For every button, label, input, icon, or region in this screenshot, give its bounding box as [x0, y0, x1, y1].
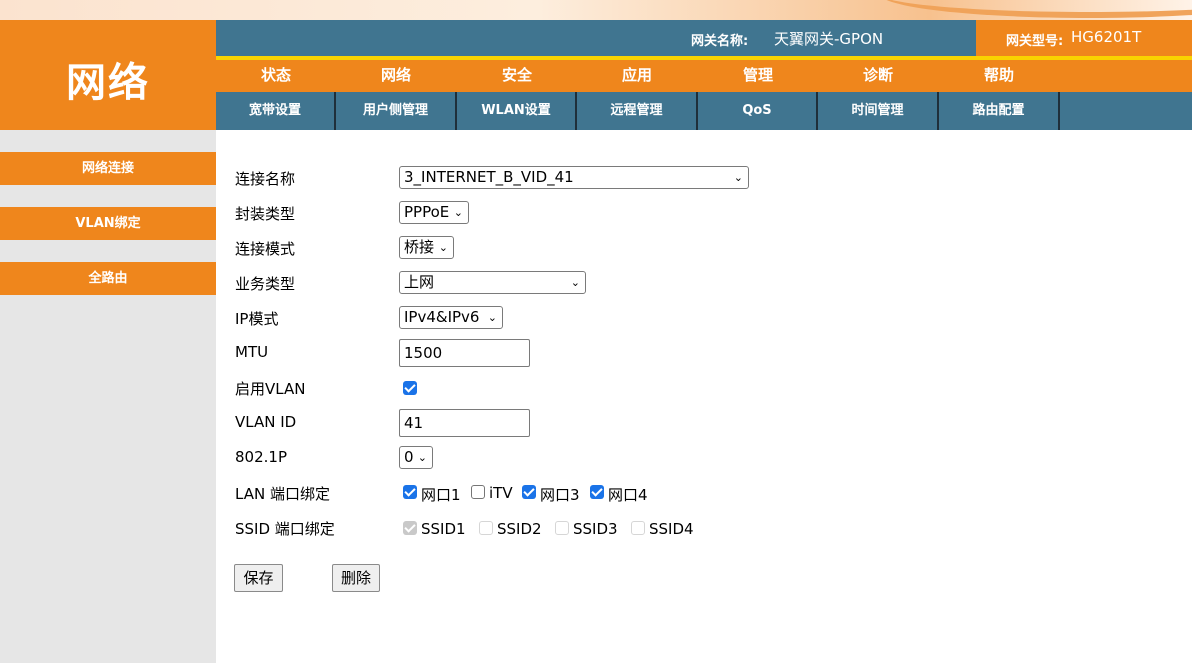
sidebar-item-network-connection[interactable]: 网络连接 — [0, 152, 216, 185]
gateway-model-value: HG6201T — [1071, 28, 1142, 46]
sidebar: 网络连接 VLAN绑定 全路由 — [0, 130, 216, 663]
tab-user-side[interactable]: 用户侧管理 — [336, 92, 457, 130]
priority-select[interactable]: 0 ⌄ — [399, 446, 433, 469]
mtu-label: MTU — [235, 343, 269, 361]
sidebar-item-full-route[interactable]: 全路由 — [0, 262, 216, 295]
service-type-value: 上网 — [404, 273, 435, 291]
enable-vlan-checkbox[interactable] — [403, 381, 417, 395]
nav-application[interactable]: 应用 — [577, 60, 697, 92]
ssid2-checkbox — [479, 521, 493, 535]
service-type-select[interactable]: 上网 ⌄ — [399, 271, 586, 294]
tab-qos[interactable]: QoS — [698, 92, 818, 130]
lan-port4-checkbox[interactable] — [590, 485, 604, 499]
ssid4-label: SSID4 — [649, 520, 694, 538]
ip-mode-label: IP模式 — [235, 310, 279, 328]
section-logo: 网络 — [0, 20, 216, 130]
ssid3-checkbox — [555, 521, 569, 535]
lan-binding-label: LAN 端口绑定 — [235, 485, 330, 503]
lan-port3-label: 网口3 — [540, 486, 580, 504]
gateway-model-box: 网关型号: HG6201T — [976, 20, 1192, 56]
nav-network[interactable]: 网络 — [336, 60, 456, 92]
tab-remote[interactable]: 远程管理 — [577, 92, 698, 130]
tab-time[interactable]: 时间管理 — [818, 92, 939, 130]
nav-help[interactable]: 帮助 — [939, 60, 1059, 92]
ip-mode-select[interactable]: IPv4&IPv6 ⌄ — [399, 306, 503, 329]
delete-button[interactable]: 删除 — [332, 564, 380, 592]
gateway-model-label: 网关型号: — [1006, 34, 1064, 49]
save-button[interactable]: 保存 — [234, 564, 283, 592]
chevron-down-icon: ⌄ — [570, 276, 580, 289]
connection-mode-select[interactable]: 桥接 ⌄ — [399, 236, 454, 259]
nav-security[interactable]: 安全 — [457, 60, 577, 92]
tab-routing[interactable]: 路由配置 — [939, 92, 1060, 130]
service-type-label: 业务类型 — [235, 275, 296, 293]
mtu-input[interactable]: 1500 — [399, 339, 530, 367]
encapsulation-value: PPPoE — [404, 203, 450, 221]
connection-name-select[interactable]: 3_INTERNET_B_VID_41 ⌄ — [399, 166, 749, 189]
gateway-info-bar: 网关名称: 天翼网关-GPON 网关型号: HG6201T — [216, 20, 1192, 56]
ssid4-checkbox — [631, 521, 645, 535]
nav-diagnostics[interactable]: 诊断 — [818, 60, 938, 92]
ssid1-checkbox — [403, 521, 417, 535]
priority-label: 802.1P — [235, 448, 287, 466]
top-banner — [0, 0, 1192, 20]
lan-port4-label: 网口4 — [608, 486, 648, 504]
vlan-id-label: VLAN ID — [235, 413, 297, 431]
connection-mode-label: 连接模式 — [235, 240, 296, 258]
chevron-down-icon: ⌄ — [733, 171, 743, 184]
encapsulation-select[interactable]: PPPoE ⌄ — [399, 201, 469, 224]
vlan-id-input[interactable]: 41 — [399, 409, 530, 437]
ssid1-label: SSID1 — [421, 520, 466, 538]
ssid3-label: SSID3 — [573, 520, 618, 538]
connection-name-value: 3_INTERNET_B_VID_41 — [404, 168, 574, 186]
banner-swoosh — [880, 0, 1192, 18]
lan-port1-label: 网口1 — [421, 486, 461, 504]
gateway-name-label: 网关名称: — [691, 34, 749, 49]
lan-port3-checkbox[interactable] — [522, 485, 536, 499]
enable-vlan-label: 启用VLAN — [235, 380, 306, 398]
ip-mode-value: IPv4&IPv6 — [404, 308, 480, 326]
chevron-down-icon: ⌄ — [453, 206, 463, 219]
section-title: 网络 — [66, 60, 150, 106]
connection-name-label: 连接名称 — [235, 170, 296, 188]
nav-management[interactable]: 管理 — [698, 60, 818, 92]
chevron-down-icon: ⌄ — [487, 311, 497, 324]
sidebar-item-vlan-binding[interactable]: VLAN绑定 — [0, 207, 216, 240]
lan-port1-checkbox[interactable] — [403, 485, 417, 499]
tab-broadband[interactable]: 宽带设置 — [216, 92, 336, 130]
main-nav: 状态 网络 安全 应用 管理 诊断 帮助 — [216, 60, 1192, 92]
lan-itv-label: iTV — [489, 484, 513, 502]
encapsulation-label: 封装类型 — [235, 205, 296, 223]
chevron-down-icon: ⌄ — [417, 451, 427, 464]
nav-status[interactable]: 状态 — [216, 60, 336, 92]
tab-wlan[interactable]: WLAN设置 — [457, 92, 577, 130]
ssid-binding-label: SSID 端口绑定 — [235, 520, 335, 538]
lan-itv-checkbox[interactable] — [471, 485, 485, 499]
priority-value: 0 — [404, 448, 414, 466]
connection-mode-value: 桥接 — [404, 238, 435, 256]
ssid2-label: SSID2 — [497, 520, 542, 538]
gateway-name-value: 天翼网关-GPON — [774, 30, 884, 48]
sub-nav: 宽带设置 用户侧管理 WLAN设置 远程管理 QoS 时间管理 路由配置 — [216, 92, 1192, 130]
chevron-down-icon: ⌄ — [438, 241, 448, 254]
